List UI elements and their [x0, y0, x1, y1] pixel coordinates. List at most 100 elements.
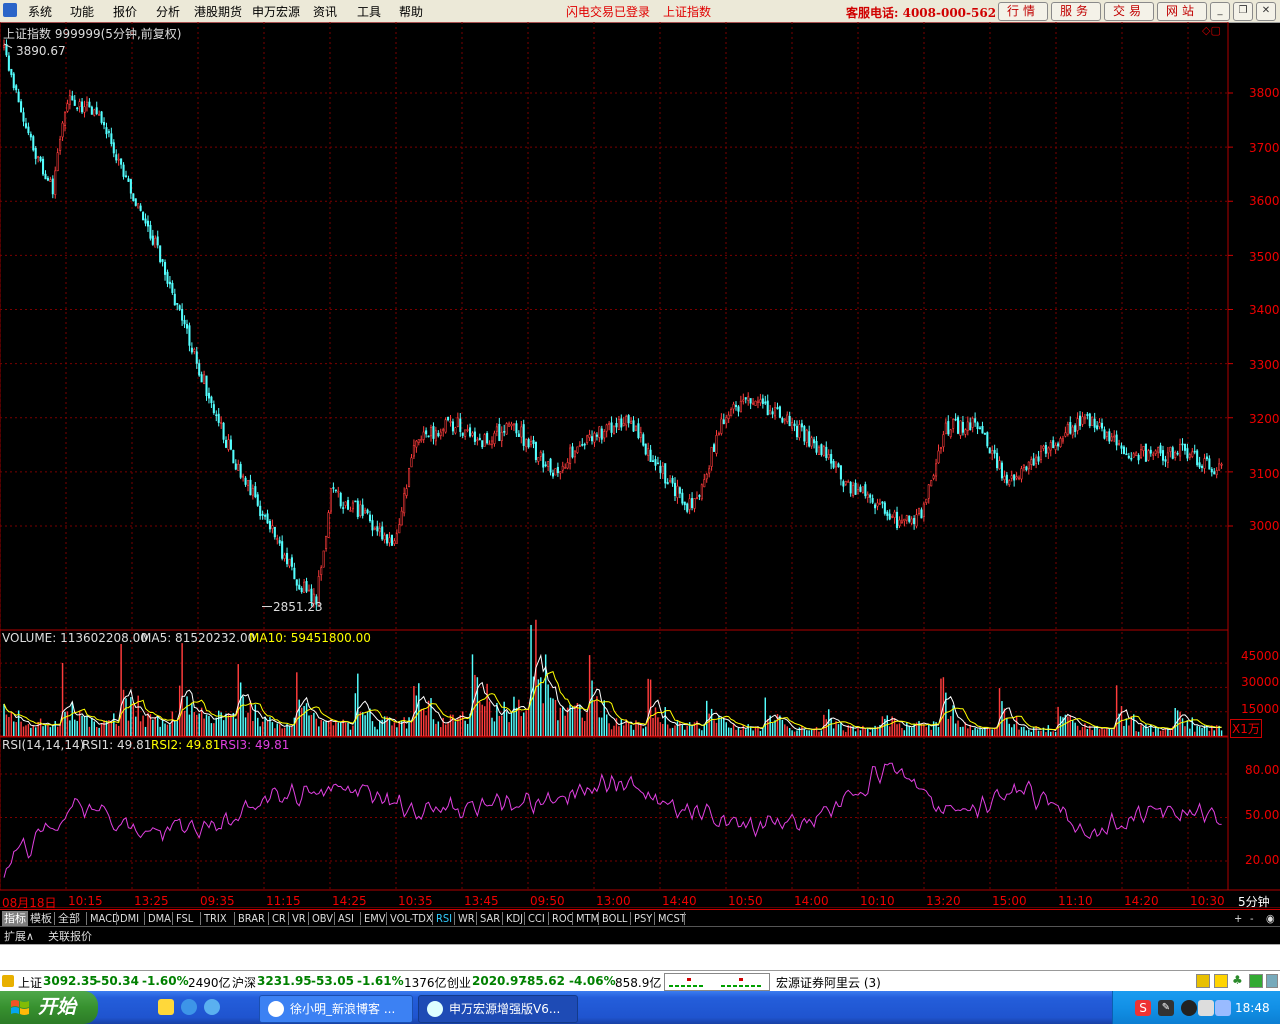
candle-body — [222, 422, 225, 440]
broker-server-label[interactable]: 宏源证券阿里云 (3) — [776, 974, 881, 991]
task-trading-window[interactable]: 申万宏源增强版V6... — [418, 995, 578, 1023]
tab-vr[interactable]: VR — [290, 911, 308, 926]
candle-body — [1105, 432, 1108, 437]
tab-obv[interactable]: OBV — [310, 911, 335, 926]
candle-body — [1083, 416, 1086, 420]
volume-tick: 15000 — [1241, 702, 1280, 716]
candle-body — [117, 158, 120, 161]
candle-body — [512, 423, 515, 426]
candle-body — [1035, 456, 1038, 464]
candle-body — [93, 109, 96, 116]
menu-hk-futures[interactable]: 港股期货 — [194, 3, 242, 20]
tab-related-quotes[interactable]: 关联报价 — [48, 928, 92, 944]
volume-bar — [830, 718, 832, 736]
candle-body — [283, 554, 286, 559]
volume-bar — [1079, 730, 1081, 736]
menu-help[interactable]: 帮助 — [399, 3, 423, 20]
tab-wr[interactable]: WR — [456, 911, 477, 926]
volume-tray-icon[interactable] — [1215, 1000, 1231, 1016]
chart-options-icon[interactable]: ◇▢ — [1202, 24, 1221, 37]
quote-button[interactable]: 行情 — [998, 2, 1048, 21]
menu-analysis[interactable]: 分析 — [156, 3, 180, 20]
tab-指标[interactable]: 指标 — [2, 911, 28, 926]
chart-title: 上证指数 999999(5分钟,前复权) — [3, 27, 182, 41]
tab-fsl[interactable]: FSL — [174, 911, 195, 926]
ticker-cy-name[interactable]: 创业 — [447, 974, 471, 991]
zoom-out-icon[interactable]: - — [1248, 911, 1256, 926]
input-method-icon[interactable]: S — [1135, 1000, 1151, 1016]
restore-icon[interactable]: ❐ — [1233, 2, 1253, 21]
menu-quote[interactable]: 报价 — [113, 3, 137, 20]
candle-body — [81, 101, 84, 113]
candle-body — [542, 453, 545, 468]
tab-rsi[interactable]: RSI — [434, 911, 454, 926]
tab-psy[interactable]: PSY — [632, 911, 654, 926]
pen-icon[interactable]: ✎ — [1158, 1000, 1174, 1016]
network-tray-icon[interactable] — [1198, 1000, 1214, 1016]
candle-body — [1220, 463, 1223, 466]
tab-cr[interactable]: CR — [270, 911, 288, 926]
volume-bar — [52, 725, 54, 736]
warning-icon[interactable] — [1196, 974, 1210, 988]
tab-sar[interactable]: SAR — [478, 911, 502, 926]
candle-body — [351, 502, 354, 510]
close-icon[interactable]: ✕ — [1256, 2, 1276, 21]
tab-cci[interactable]: CCI — [526, 911, 547, 926]
quicklaunch-browser-icon[interactable] — [181, 999, 197, 1015]
trade-button[interactable]: 交易 — [1104, 2, 1154, 21]
volume-bar — [186, 696, 188, 736]
website-button[interactable]: 网站 — [1157, 2, 1207, 21]
chart-canvas[interactable] — [0, 22, 1280, 908]
tab-separator — [334, 912, 335, 925]
ticker-cy-price: 2020.97 — [472, 974, 527, 988]
tab-boll[interactable]: BOLL — [600, 911, 629, 926]
menu-system[interactable]: 系统 — [28, 3, 52, 20]
quicklaunch-ie-icon[interactable] — [204, 999, 220, 1015]
tab-separator — [288, 912, 289, 925]
quicklaunch-add-icon[interactable] — [158, 999, 174, 1015]
qq-icon[interactable] — [1181, 1000, 1197, 1016]
tab-mcst[interactable]: MCST — [656, 911, 688, 926]
period-label[interactable]: 5分钟 — [1238, 893, 1270, 910]
ticker-hs-name[interactable]: 沪深 — [232, 974, 256, 991]
volume-bar — [940, 678, 942, 736]
candle-body — [381, 526, 384, 540]
candle-body — [1086, 414, 1089, 416]
minimize-icon[interactable]: _ — [1210, 2, 1230, 21]
volume-bar — [796, 730, 798, 736]
menu-shenwan[interactable]: 申万宏源 — [252, 3, 300, 20]
menu-function[interactable]: 功能 — [70, 3, 94, 20]
tab-模板[interactable]: 模板 — [28, 911, 54, 926]
tab-brar[interactable]: BRAR — [236, 911, 267, 926]
network-icon[interactable] — [1249, 974, 1263, 988]
service-button[interactable]: 服务 — [1051, 2, 1101, 21]
tab-kdj[interactable]: KDJ — [504, 911, 525, 926]
lock-icon[interactable] — [1214, 974, 1228, 988]
tab-全部[interactable]: 全部 — [56, 911, 82, 926]
tab-expand[interactable]: 扩展∧ — [4, 928, 34, 944]
ticker-sh-name[interactable]: 上证 — [18, 974, 42, 991]
task-blog-window[interactable]: 徐小明_新浪博客 ... — [259, 995, 413, 1023]
settings-icon[interactable]: ◉ — [1264, 911, 1277, 926]
volume-bar — [1208, 730, 1211, 736]
candle-body — [1193, 450, 1196, 453]
chart-area[interactable]: 上证指数 999999(5分钟,前复权) ◇▢ 3890.67 2851.23 … — [0, 22, 1280, 910]
candle-body — [1191, 451, 1194, 457]
volume-bar — [215, 717, 218, 736]
zoom-in-icon[interactable]: + — [1232, 911, 1244, 926]
tab-emv[interactable]: EMV — [362, 911, 388, 926]
tab-dma[interactable]: DMA — [146, 911, 173, 926]
tree-icon[interactable]: ♣ — [1232, 973, 1243, 987]
tab-vol-tdx[interactable]: VOL-TDX — [388, 911, 435, 926]
candle-body — [659, 465, 662, 473]
candle-body — [822, 446, 825, 456]
phone-icon[interactable] — [1266, 974, 1278, 988]
tab-trix[interactable]: TRIX — [202, 911, 229, 926]
tab-dmi[interactable]: DMI — [118, 911, 141, 926]
menu-tools[interactable]: 工具 — [357, 3, 381, 20]
tab-asi[interactable]: ASI — [336, 911, 356, 926]
start-button[interactable]: 开始 — [0, 991, 98, 1024]
menu-news[interactable]: 资讯 — [313, 3, 337, 20]
volume-bar — [283, 727, 286, 736]
candle-body — [720, 418, 723, 434]
